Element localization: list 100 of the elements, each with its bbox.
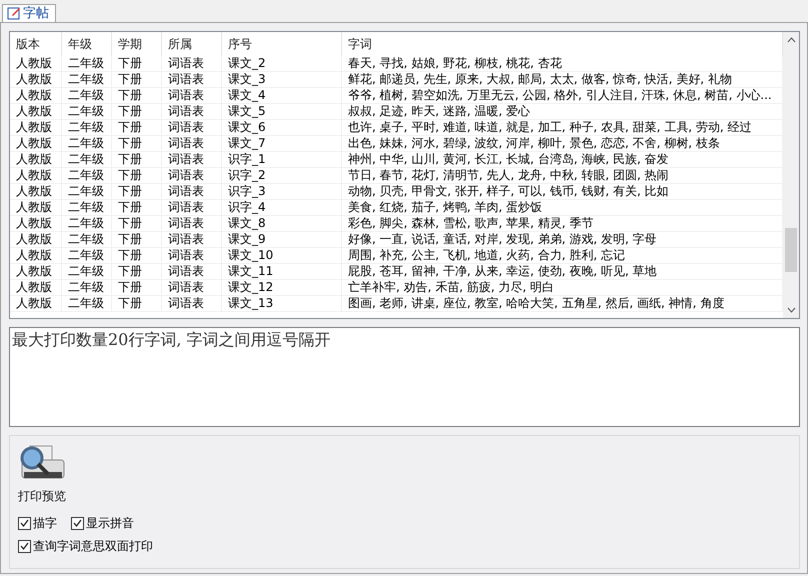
table-cell: 人教版 <box>10 296 62 311</box>
table-cell: 课文_10 <box>222 248 342 263</box>
checkmark-icon <box>20 542 29 551</box>
edit-icon <box>7 6 21 20</box>
table-cell: 下册 <box>112 88 162 103</box>
table-cell: 人教版 <box>10 168 62 183</box>
table-cell: 课文_8 <box>222 216 342 231</box>
table-cell: 下册 <box>112 264 162 279</box>
table-cell: 词语表 <box>162 72 222 87</box>
table-cell: 词语表 <box>162 136 222 151</box>
input-field[interactable]: 最大打印数量20行字词, 字词之间用逗号隔开 <box>9 327 800 427</box>
table-cell: 二年级 <box>62 72 112 87</box>
checkbox[interactable] <box>71 517 84 530</box>
table-cell: 词语表 <box>162 232 222 247</box>
table-cell: 词语表 <box>162 280 222 295</box>
table-cell: 二年级 <box>62 264 112 279</box>
table-cell: 人教版 <box>10 120 62 135</box>
table-cell: 词语表 <box>162 264 222 279</box>
table-cell: 课文_2 <box>222 56 342 71</box>
column-header[interactable]: 年级 <box>62 32 112 57</box>
table-cell: 人教版 <box>10 264 62 279</box>
table-cell: 二年级 <box>62 216 112 231</box>
table-cell: 词语表 <box>162 184 222 199</box>
table-cell: 课文_12 <box>222 280 342 295</box>
table-cell: 人教版 <box>10 152 62 167</box>
tab[interactable]: 字帖 <box>2 4 56 22</box>
table-cell: 下册 <box>112 56 162 71</box>
scrollbar[interactable] <box>783 32 799 318</box>
checkbox-label[interactable]: 查询字词意思双面打印 <box>33 538 153 555</box>
table-cell: 课文_6 <box>222 120 342 135</box>
table-cell: 下册 <box>112 168 162 183</box>
table-cell: 词语表 <box>162 56 222 71</box>
table-cell: 课文_7 <box>222 136 342 151</box>
table-cell: 下册 <box>112 232 162 247</box>
table-cell: 下册 <box>112 280 162 295</box>
table-cell: 课文_13 <box>222 296 342 311</box>
column-header[interactable]: 所属 <box>162 32 222 57</box>
table-cell: 识字_3 <box>222 184 342 199</box>
table-cell: 二年级 <box>62 280 112 295</box>
print-preview-button[interactable]: 打印预览 <box>18 444 66 505</box>
table-cell: 下册 <box>112 104 162 119</box>
table-cell: 课文_4 <box>222 88 342 103</box>
table-cell: 二年级 <box>62 88 112 103</box>
table-cell: 二年级 <box>62 56 112 71</box>
table-cell: 下册 <box>112 216 162 231</box>
table-cell: 词语表 <box>162 296 222 311</box>
column-header[interactable]: 序号 <box>222 32 342 57</box>
table-cell: 词语表 <box>162 248 222 263</box>
table-cell: 人教版 <box>10 88 62 103</box>
table-cell: 下册 <box>112 184 162 199</box>
table-cell: 人教版 <box>10 200 62 215</box>
table-cell: 二年级 <box>62 152 112 167</box>
table-cell: 课文_3 <box>222 72 342 87</box>
table-cell: 二年级 <box>62 168 112 183</box>
column-header[interactable]: 学期 <box>112 32 162 57</box>
table-cell: 词语表 <box>162 120 222 135</box>
table-cell: 人教版 <box>10 232 62 247</box>
table-cell: 二年级 <box>62 296 112 311</box>
table-cell: 课文_9 <box>222 232 342 247</box>
table-cell: 下册 <box>112 120 162 135</box>
column-header[interactable]: 版本 <box>10 32 62 57</box>
table-cell: 二年级 <box>62 200 112 215</box>
table-cell: 二年级 <box>62 184 112 199</box>
table-cell: 下册 <box>112 72 162 87</box>
table-cell: 人教版 <box>10 248 62 263</box>
checkbox[interactable] <box>18 517 31 530</box>
table-cell: 词语表 <box>162 216 222 231</box>
table-cell: 下册 <box>112 136 162 151</box>
table-cell: 人教版 <box>10 184 62 199</box>
scrollbar-thumb[interactable] <box>785 228 797 272</box>
checkmark-icon <box>73 519 82 528</box>
table-cell: 下册 <box>112 152 162 167</box>
table-cell: 词语表 <box>162 104 222 119</box>
table-cell: 人教版 <box>10 280 62 295</box>
table-cell: 人教版 <box>10 216 62 231</box>
checkbox-label[interactable]: 描字 <box>33 515 57 532</box>
table-cell: 下册 <box>112 296 162 311</box>
table-cell: 课文_11 <box>222 264 342 279</box>
table-cell: 识字_1 <box>222 152 342 167</box>
table-cell: 二年级 <box>62 104 112 119</box>
table-cell: 人教版 <box>10 72 62 87</box>
table-cell: 识字_4 <box>222 200 342 215</box>
table-cell: 人教版 <box>10 56 62 71</box>
checkmark-icon <box>20 519 29 528</box>
table-cell: 词语表 <box>162 152 222 167</box>
table-cell: 识字_2 <box>222 168 342 183</box>
table-cell: 二年级 <box>62 248 112 263</box>
table-cell: 二年级 <box>62 136 112 151</box>
table-cell: 人教版 <box>10 136 62 151</box>
checkbox[interactable] <box>18 540 31 553</box>
table-cell: 二年级 <box>62 120 112 135</box>
checkbox-label[interactable]: 显示拼音 <box>86 515 134 532</box>
table-cell: 二年级 <box>62 232 112 247</box>
table-cell: 词语表 <box>162 168 222 183</box>
table-cell: 词语表 <box>162 88 222 103</box>
table-cell: 下册 <box>112 248 162 263</box>
table-cell: 课文_5 <box>222 104 342 119</box>
table-cell: 词语表 <box>162 200 222 215</box>
table-cell: 下册 <box>112 200 162 215</box>
table-cell: 人教版 <box>10 104 62 119</box>
